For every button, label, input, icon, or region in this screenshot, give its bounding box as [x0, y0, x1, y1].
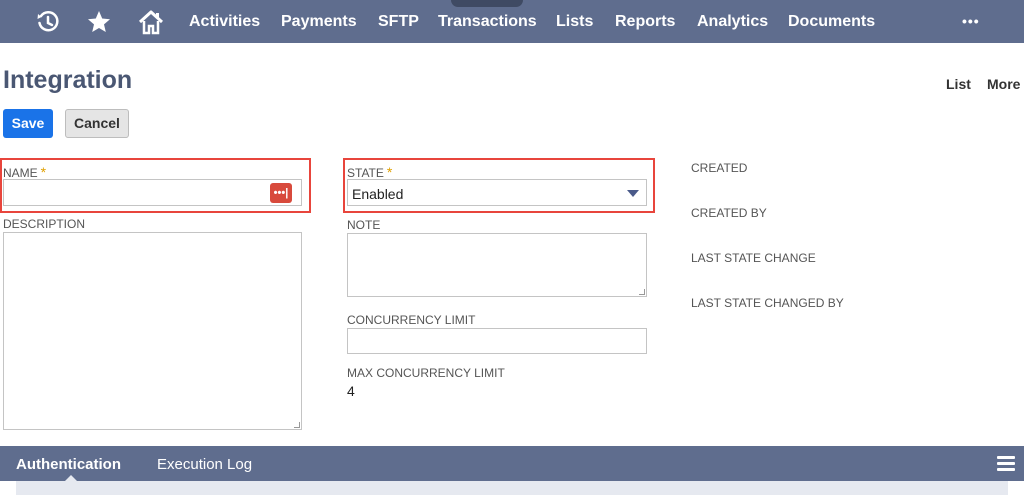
state-selected-value: Enabled: [352, 186, 404, 202]
nav-analytics[interactable]: Analytics: [697, 0, 768, 43]
concurrency-limit-input[interactable]: [347, 328, 647, 354]
home-icon[interactable]: [137, 8, 165, 36]
created-label: CREATED: [691, 161, 748, 175]
list-link[interactable]: List: [946, 76, 971, 92]
nav-sftp[interactable]: SFTP: [378, 0, 419, 43]
nav-transactions[interactable]: Transactions: [438, 0, 537, 43]
nav-lists[interactable]: Lists: [556, 0, 593, 43]
subtab-bar: Authentication Execution Log: [0, 446, 1024, 482]
name-input[interactable]: •••|: [3, 179, 302, 206]
max-concurrency-limit-label: MAX CONCURRENCY LIMIT: [347, 366, 505, 380]
page-title: Integration: [3, 66, 133, 94]
resize-handle[interactable]: [294, 422, 300, 428]
star-icon[interactable]: [85, 8, 113, 36]
nav-activities[interactable]: Activities: [189, 0, 260, 43]
concurrency-limit-label: CONCURRENCY LIMIT: [347, 313, 476, 327]
state-select[interactable]: Enabled: [347, 179, 647, 206]
more-link[interactable]: More: [987, 76, 1020, 92]
created-by-label: CREATED BY: [691, 206, 767, 220]
description-label: DESCRIPTION: [3, 217, 86, 231]
nav-documents[interactable]: Documents: [788, 0, 875, 43]
tab-execution-log[interactable]: Execution Log: [157, 446, 252, 481]
collapse-menu-icon[interactable]: [997, 456, 1015, 472]
password-manager-icon[interactable]: •••|: [270, 183, 292, 203]
nav-reports[interactable]: Reports: [615, 0, 675, 43]
cancel-button[interactable]: Cancel: [65, 109, 129, 138]
note-textarea[interactable]: [347, 233, 647, 297]
resize-handle[interactable]: [639, 289, 645, 295]
name-label: NAME *: [3, 164, 47, 180]
last-state-change-label: LAST STATE CHANGE: [691, 251, 816, 265]
last-state-changed-by-label: LAST STATE CHANGED BY: [691, 296, 844, 310]
description-textarea[interactable]: [3, 232, 302, 430]
save-button[interactable]: Save: [3, 109, 53, 138]
state-label: STATE *: [347, 164, 393, 180]
subtab-content-panel: [16, 481, 1008, 495]
nav-payments[interactable]: Payments: [281, 0, 357, 43]
note-label: NOTE: [347, 218, 381, 232]
max-concurrency-limit-value: 4: [347, 383, 355, 399]
required-marker: *: [386, 164, 393, 180]
nav-more-icon[interactable]: •••: [962, 0, 980, 43]
top-navigation-bar: Activities Payments SFTP Transactions Li…: [0, 0, 1024, 43]
recent-history-icon[interactable]: [34, 8, 62, 36]
dropdown-arrow-icon[interactable]: [627, 190, 639, 197]
required-marker: *: [40, 164, 47, 180]
